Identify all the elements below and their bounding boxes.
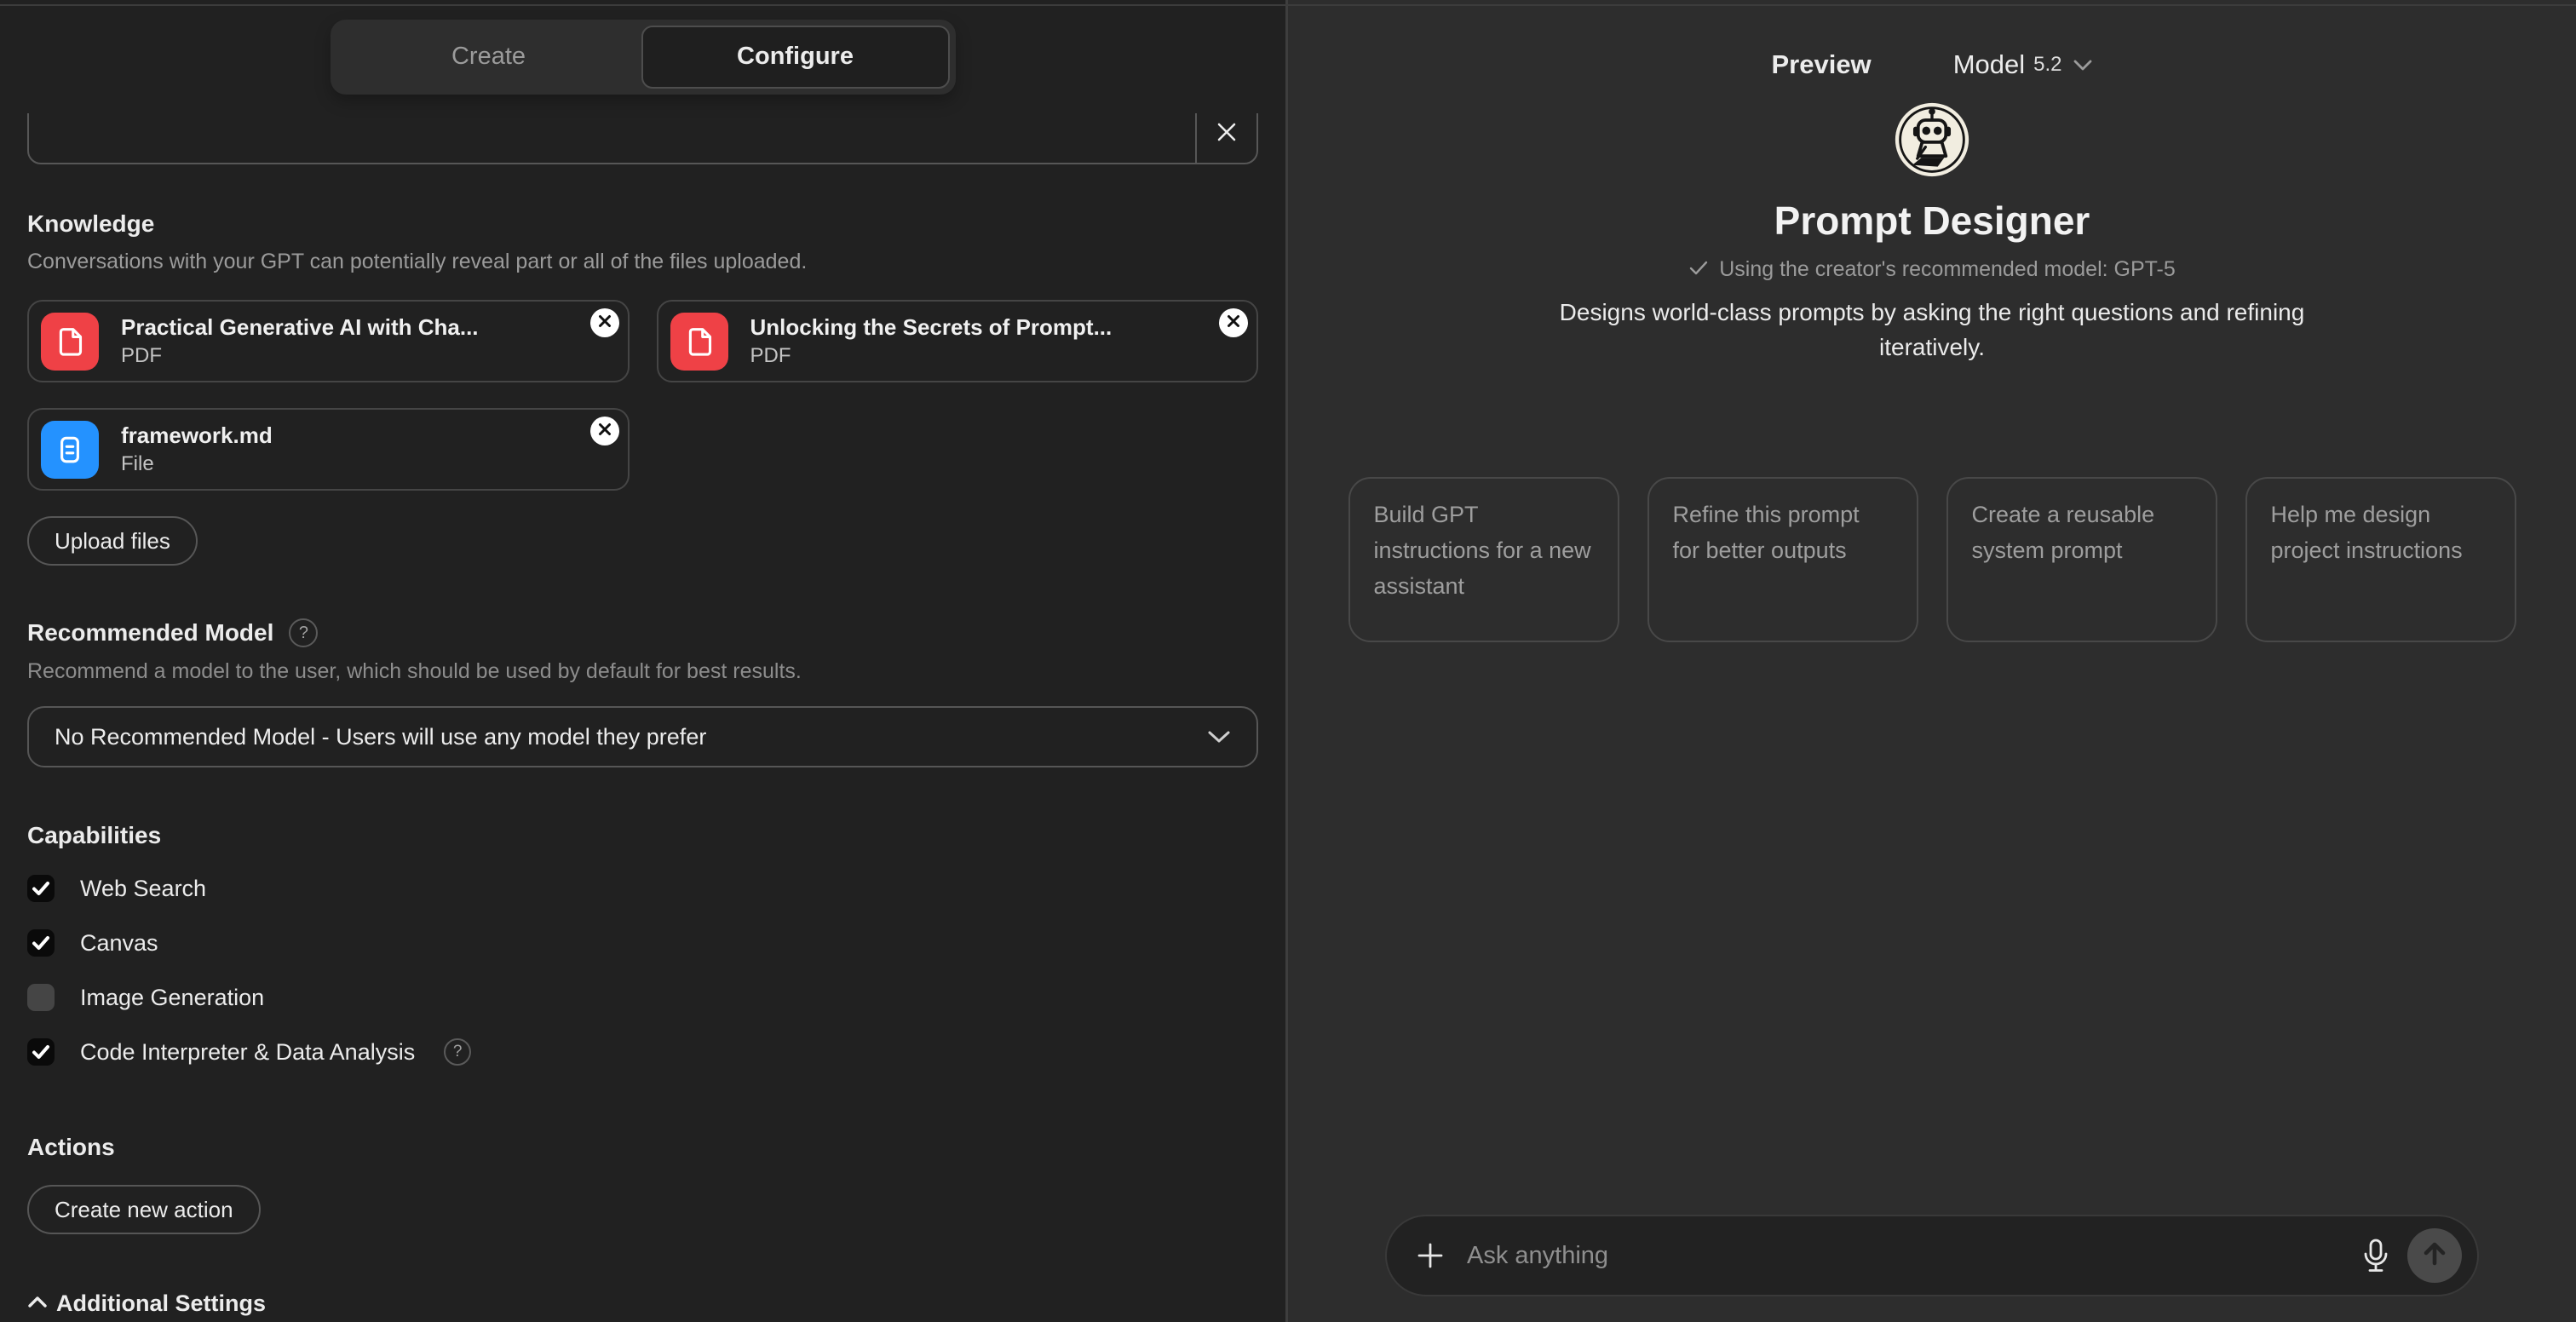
close-icon (597, 422, 612, 441)
file-card-pdf-1[interactable]: Practical Generative AI with Cha... PDF (27, 300, 630, 382)
arrow-up-icon (2421, 1240, 2448, 1272)
model-selector-label: Model (1953, 49, 2025, 80)
help-icon[interactable]: ? (444, 1038, 471, 1066)
starter-suggestion-4[interactable]: Help me design project instructions (2245, 477, 2516, 642)
knowledge-heading: Knowledge (27, 210, 1258, 238)
file-card-md[interactable]: framework.md File (27, 408, 630, 491)
file-type: PDF (750, 344, 1113, 368)
recommended-model-description: Recommend a model to the user, which sho… (27, 659, 1258, 684)
pdf-file-icon (670, 313, 728, 371)
model-selector[interactable]: Model 5.2 (1953, 49, 2093, 80)
preview-panel: Preview Model 5.2 Prompt Designer Using … (1288, 0, 2576, 1322)
editor-header: Create Configure (0, 0, 1285, 113)
close-icon (1214, 119, 1239, 149)
file-name: Practical Generative AI with Cha... (121, 314, 479, 341)
recommended-model-note-text: Using the creator's recommended model: G… (1719, 257, 2176, 282)
gpt-avatar (1893, 101, 1971, 179)
editor-tab-switcher: Create Configure (331, 20, 956, 95)
send-button[interactable] (2407, 1228, 2462, 1283)
chat-input[interactable] (1467, 1242, 2361, 1270)
capability-label: Image Generation (80, 985, 264, 1011)
generic-file-icon (41, 421, 99, 479)
capability-row-code-interpreter: Code Interpreter & Data Analysis ? (27, 1035, 1258, 1069)
chevron-down-icon (1207, 724, 1231, 750)
starter-suggestion-1[interactable]: Build GPT instructions for a new assista… (1348, 477, 1619, 642)
check-icon (1688, 257, 1709, 282)
starter-suggestion-3[interactable]: Create a reusable system prompt (1946, 477, 2217, 642)
close-icon (1226, 313, 1241, 333)
knowledge-files: Practical Generative AI with Cha... PDF … (27, 300, 1258, 491)
capability-label: Canvas (80, 930, 158, 957)
preview-header: Preview Model 5.2 (1288, 0, 2576, 80)
microphone-icon[interactable] (2361, 1239, 2390, 1273)
conversation-starter-row-clipped (27, 113, 1258, 164)
additional-settings-toggle[interactable]: Additional Settings (27, 1290, 1258, 1317)
gpt-name: Prompt Designer (1288, 198, 2576, 244)
preview-title: Preview (1771, 49, 1871, 80)
checkbox-web-search[interactable] (27, 875, 55, 902)
capability-row-web-search: Web Search (27, 871, 1258, 905)
capability-row-image-generation: Image Generation (27, 980, 1258, 1014)
chevron-up-icon (27, 1296, 48, 1313)
checkbox-canvas[interactable] (27, 929, 55, 957)
recommended-model-selected-option: No Recommended Model - Users will use an… (55, 724, 706, 750)
recommended-model-note: Using the creator's recommended model: G… (1288, 257, 2576, 282)
file-card-texts: framework.md File (121, 422, 273, 476)
chevron-down-icon (2073, 59, 2093, 72)
upload-files-button[interactable]: Upload files (27, 516, 198, 566)
knowledge-description: Conversations with your GPT can potentia… (27, 250, 1258, 274)
file-type: PDF (121, 344, 479, 368)
starter-suggestion-2[interactable]: Refine this prompt for better outputs (1647, 477, 1918, 642)
tab-configure[interactable]: Configure (641, 26, 950, 89)
pdf-file-icon (41, 313, 99, 371)
create-new-action-button[interactable]: Create new action (27, 1185, 261, 1234)
conversation-starter-row (27, 113, 1258, 164)
capability-label: Code Interpreter & Data Analysis (80, 1039, 415, 1066)
capabilities-list: Web Search Canvas Image Generation Code … (27, 871, 1258, 1069)
recommended-model-select[interactable]: No Recommended Model - Users will use an… (27, 706, 1258, 767)
recommended-model-heading-row: Recommended Model ? (27, 618, 1258, 647)
recommended-model-heading: Recommended Model (27, 619, 273, 647)
file-name: framework.md (121, 422, 273, 449)
file-card-pdf-2[interactable]: Unlocking the Secrets of Prompt... PDF (657, 300, 1259, 382)
plus-icon[interactable] (1416, 1241, 1445, 1270)
capabilities-heading: Capabilities (27, 822, 1258, 849)
remove-file-button[interactable] (590, 308, 619, 337)
file-name: Unlocking the Secrets of Prompt... (750, 314, 1113, 341)
conversation-starter-input[interactable] (29, 113, 1195, 163)
checkbox-image-generation[interactable] (27, 984, 55, 1011)
help-icon[interactable]: ? (289, 618, 318, 647)
remove-file-button[interactable] (1219, 308, 1248, 337)
checkbox-code-interpreter[interactable] (27, 1038, 55, 1066)
configure-form: Knowledge Conversations with your GPT ca… (0, 113, 1285, 1317)
capability-row-canvas: Canvas (27, 926, 1258, 960)
editor-panel: Create Configure Knowledge Conversations… (0, 0, 1288, 1322)
file-card-texts: Practical Generative AI with Cha... PDF (121, 314, 479, 368)
file-type: File (121, 452, 273, 476)
additional-settings-label: Additional Settings (56, 1290, 266, 1317)
capability-label: Web Search (80, 876, 206, 902)
actions-heading: Actions (27, 1134, 1258, 1161)
close-icon (597, 313, 612, 333)
model-selector-version: 5.2 (2033, 53, 2061, 77)
chat-composer (1385, 1215, 2479, 1296)
gpt-description: Designs world-class prompts by asking th… (1557, 296, 2307, 365)
remove-file-button[interactable] (590, 417, 619, 445)
window-top-border (0, 4, 2576, 6)
file-card-texts: Unlocking the Secrets of Prompt... PDF (750, 314, 1113, 368)
tab-create[interactable]: Create (336, 26, 641, 89)
remove-starter-button[interactable] (1195, 113, 1256, 163)
conversation-starters: Build GPT instructions for a new assista… (1288, 477, 2576, 642)
